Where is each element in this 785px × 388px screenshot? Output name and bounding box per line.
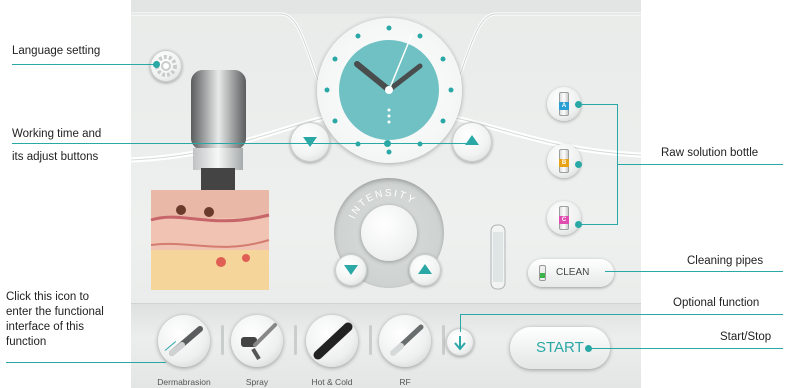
arrow-up-icon <box>418 264 432 274</box>
spray-gun-icon <box>241 323 277 361</box>
rf-button[interactable] <box>379 315 431 367</box>
annotation-line <box>617 104 618 225</box>
bottle-tag-c: C <box>559 216 569 224</box>
annotation-start-stop: Start/Stop <box>720 331 772 343</box>
bottle-tag-a: A <box>559 102 569 110</box>
annotation-line <box>588 348 783 349</box>
annotation-click-icon-2: enter the functional <box>6 306 104 318</box>
arrow-down-icon <box>454 336 466 351</box>
time-down-button[interactable] <box>290 122 330 162</box>
annotation-line <box>578 224 618 225</box>
annotation-line <box>12 143 470 144</box>
annotation-dot <box>575 161 582 168</box>
annotation-line <box>617 164 783 165</box>
optional-function-button[interactable] <box>446 328 474 356</box>
tool-label-hot-cold: Hot & Cold <box>311 377 353 387</box>
annotation-working-time-1: Working time and <box>12 128 102 140</box>
annotation-dot <box>585 345 592 352</box>
annotation-dot <box>575 221 582 228</box>
annotation-line <box>460 314 461 332</box>
tool-label-dermabrasion: Dermabrasion <box>157 377 211 387</box>
clean-label: CLEAN <box>556 267 590 278</box>
annotation-click-icon-4: function <box>6 336 47 348</box>
arrow-down-icon <box>344 265 358 275</box>
annotation-line <box>605 271 783 272</box>
annotation-dot <box>153 61 160 68</box>
bottle-tag-b: B <box>559 159 569 167</box>
annotation-line <box>12 64 157 65</box>
separator <box>294 325 297 355</box>
annotation-line <box>578 104 618 105</box>
clean-button[interactable]: CLEAN <box>528 259 614 287</box>
annotation-dot <box>384 140 391 147</box>
intensity-up-button[interactable] <box>409 254 441 286</box>
annotation-cleaning: Cleaning pipes <box>687 255 764 267</box>
separator <box>221 325 224 355</box>
dermabrasion-handpiece-icon <box>169 326 203 356</box>
clean-indicator <box>540 273 545 278</box>
annotation-click-icon-3: interface of this <box>6 321 84 333</box>
tool-label-spray: Spray <box>245 377 269 387</box>
rf-handpiece-icon <box>390 324 424 356</box>
spray-button[interactable] <box>231 315 283 367</box>
annotation-line <box>460 314 783 315</box>
dermabrasion-button[interactable] <box>158 315 210 367</box>
annotation-click-icon-1: Click this icon to <box>6 291 90 303</box>
time-up-button[interactable] <box>452 122 492 162</box>
bottle-c-button[interactable]: C <box>547 201 581 235</box>
annotation-raw-solution: Raw solution bottle <box>661 147 759 159</box>
separator <box>369 325 372 355</box>
annotation-language: Language setting <box>12 45 101 57</box>
annotation-dot <box>575 101 582 108</box>
annotation-optional: Optional function <box>673 297 760 309</box>
tool-label-rf: RF <box>399 377 411 387</box>
annotation-line <box>6 362 166 363</box>
intensity-knob[interactable] <box>361 205 417 261</box>
hot-cold-handpiece-icon <box>313 322 353 360</box>
hot-cold-button[interactable] <box>306 315 358 367</box>
arrow-down-icon <box>303 137 317 147</box>
intensity-down-button[interactable] <box>335 254 367 286</box>
separator <box>442 325 445 355</box>
start-label: START <box>536 339 584 356</box>
annotation-working-time-2: its adjust buttons <box>12 151 99 163</box>
